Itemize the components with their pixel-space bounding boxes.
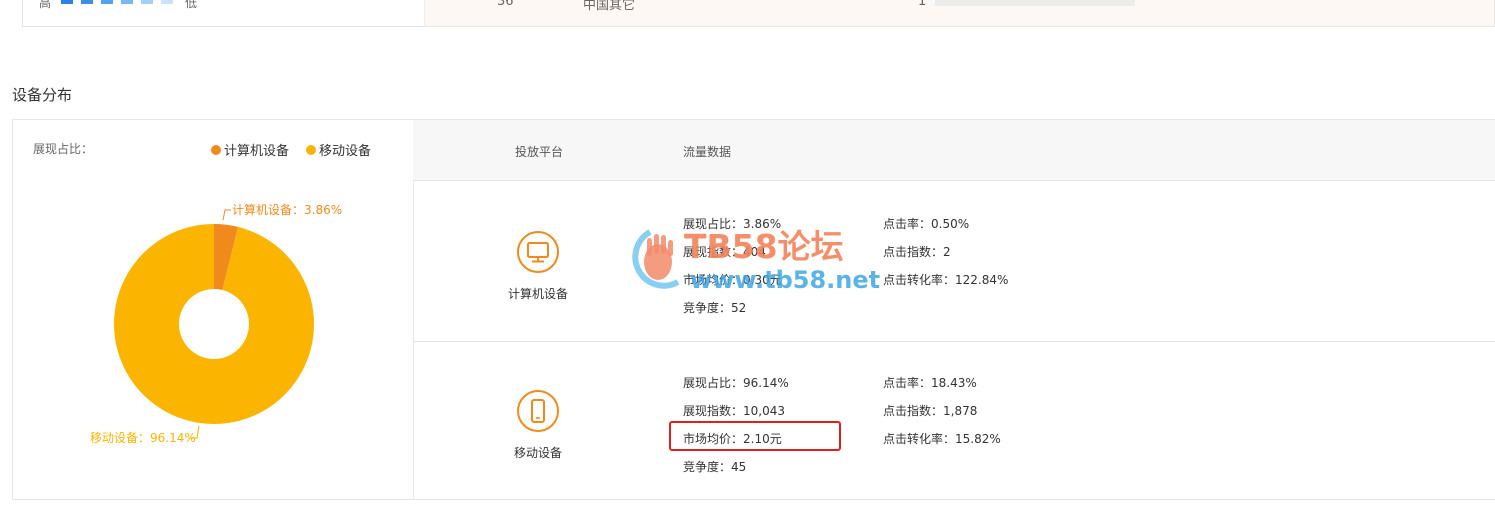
- watermark-logo-icon: TB58论坛 www.tb58.net: [632, 227, 880, 294]
- region-bar: [935, 0, 1135, 6]
- phone-icon: [517, 390, 559, 432]
- stat-competition: 竞争度：52: [683, 301, 747, 315]
- donut-chart: 计算机设备：3.86% 移动设备：96.14%: [90, 202, 342, 445]
- heat-swatch: [81, 0, 93, 4]
- stat-conversion-rate: 点击转化率：15.82%: [883, 432, 1001, 446]
- heat-legend: 高 低: [23, 0, 424, 26]
- table-header: 投放平台 流量数据: [413, 120, 1495, 181]
- watermark-brand: TB58论坛: [684, 227, 844, 266]
- stat-ctr: 点击率：0.50%: [883, 217, 970, 231]
- legend-high-label: 高: [39, 0, 52, 10]
- heat-swatch: [141, 0, 153, 4]
- stat-competition: 竞争度：45: [683, 460, 747, 474]
- slice-label-computer: 计算机设备：3.86%: [232, 202, 342, 217]
- table-row: 移动设备 展现占比：96.14% 展现指数：10,043 市场均价：2.10元 …: [413, 342, 1495, 503]
- region-row: 36 中国其它 1: [424, 0, 1494, 26]
- table-row: 计算机设备 展现占比：3.86% 展现指数：404 市场均价：0.30元 竞争度…: [413, 181, 1495, 342]
- device-table: 投放平台 流量数据 计算机设备 展现占比：3.86% 展现指数：404 市场均价…: [413, 119, 1495, 500]
- watermark: TB58论坛 www.tb58.net: [620, 222, 880, 297]
- heat-swatch: [121, 0, 133, 4]
- heat-swatch: [61, 0, 73, 4]
- stat-click-index: 点击指数：2: [883, 245, 951, 259]
- label-leader-line: [222, 209, 231, 221]
- stat-impression-share: 展现占比：96.14%: [683, 376, 789, 390]
- region-table-remnant: 高 低 36 中国其它 1: [22, 0, 1495, 27]
- region-rank: 36: [497, 0, 514, 9]
- header-traffic: 流量数据: [683, 145, 732, 159]
- device-share-panel: 展现占比： 计算机设备 移动设备 计算机设备：3.86% 移动设备：96.14%: [12, 119, 414, 500]
- legend-low-label: 低: [185, 0, 198, 10]
- stat-conversion-rate: 点击转化率：122.84%: [883, 273, 1009, 287]
- slice-label-mobile: 移动设备：96.14%: [90, 431, 196, 445]
- stat-ctr: 点击率：18.43%: [883, 376, 977, 390]
- device-name: 移动设备: [513, 446, 562, 460]
- heat-swatch: [161, 0, 173, 4]
- region-name: 中国其它: [583, 0, 636, 13]
- highlight-box: [669, 421, 841, 451]
- section-title: 设备分布: [12, 86, 73, 104]
- stat-impression-index: 展现指数：10,043: [683, 404, 785, 418]
- watermark-url: www.tb58.net: [690, 266, 880, 294]
- region-count: 1: [918, 0, 927, 9]
- heat-swatch: [101, 0, 113, 4]
- monitor-icon: [517, 231, 559, 273]
- stat-click-index: 点击指数：1,878: [883, 404, 978, 418]
- header-platform: 投放平台: [515, 145, 564, 159]
